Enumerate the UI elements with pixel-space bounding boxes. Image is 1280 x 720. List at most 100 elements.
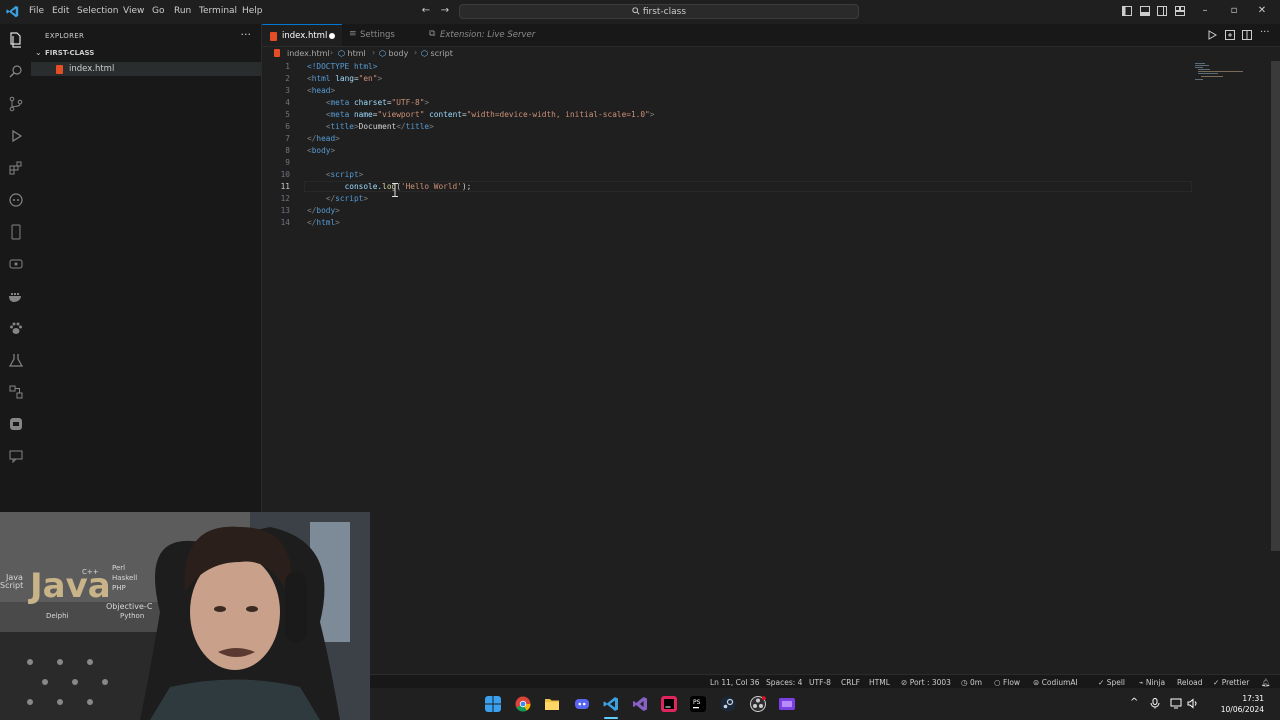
close-icon[interactable]: ✕ [1257,6,1267,16]
breadcrumb-script[interactable]: ⬡ script [421,49,453,58]
run-icon[interactable] [1207,30,1217,40]
more-actions-icon[interactable]: ··· [1260,27,1270,38]
maximize-icon[interactable]: ▫ [1229,6,1239,16]
vertical-scrollbar[interactable] [1271,61,1280,551]
folder-first-class[interactable]: ⌄ FIRST-CLASS [31,48,261,60]
menu-run[interactable]: Run [174,6,191,16]
volume-icon[interactable] [1187,698,1199,709]
code-line-12: </script> [325,194,369,203]
time-tracker[interactable]: ◷ 0m [961,678,982,687]
menu-view[interactable]: View [123,6,144,16]
customize-layout-icon[interactable] [1175,6,1185,16]
visual-studio-icon[interactable] [632,696,648,712]
live-server-port[interactable]: ⊘ Port : 3003 [901,678,951,687]
breadcrumb-body[interactable]: ⬡ body [379,49,408,58]
ninja-status[interactable]: ⌁ Ninja [1139,678,1165,687]
indentation[interactable]: Spaces: 4 [766,678,802,687]
vscode-logo-icon[interactable] [6,5,19,18]
flow-status[interactable]: ○ Flow [994,678,1020,687]
tab-label: index.html [282,31,328,41]
jetbrains-icon[interactable] [661,696,677,712]
encoding[interactable]: UTF-8 [809,678,831,687]
ide-icon[interactable]: PS [690,696,706,712]
tag-token: html [316,218,336,227]
menu-go[interactable]: Go [152,6,164,16]
paw-icon[interactable] [8,320,24,336]
run-debug-icon[interactable] [8,128,24,144]
live-share-icon[interactable] [8,256,24,272]
toggle-sidebar-icon[interactable] [1122,6,1132,16]
html-file-icon [274,49,280,57]
testing-icon[interactable] [8,352,24,368]
svg-text:Perl: Perl [112,564,125,572]
git-graph-icon[interactable] [8,384,24,400]
language-mode[interactable]: HTML [869,678,890,687]
unsaved-dot-icon[interactable] [329,33,335,39]
windows-start-icon[interactable] [485,696,501,712]
tab-extension-live-server[interactable]: ⧉ Extension: Live Server [424,24,539,46]
menu-help[interactable]: Help [242,6,263,16]
prettier-text: Prettier [1221,678,1250,687]
breadcrumb-file[interactable]: index.html [287,49,330,58]
end-of-line[interactable]: CRLF [841,678,860,687]
remote-explorer-icon[interactable] [8,224,24,240]
extensions-icon[interactable] [8,160,24,176]
line-number: 2 [285,74,290,83]
command-center-search[interactable]: first-class [459,4,859,19]
tab-index-html[interactable]: index.html [262,24,342,46]
search-icon[interactable] [8,64,24,80]
file-index-html[interactable]: index.html [31,62,261,76]
file-explorer-icon[interactable] [544,696,560,712]
breadcrumb-html[interactable]: ⬡ html [338,49,366,58]
menu-edit[interactable]: Edit [52,6,69,16]
obs-icon[interactable] [750,696,766,712]
tag-token: body [316,206,336,215]
line-number: 8 [285,146,290,155]
tab-settings[interactable]: ≡ Settings [344,24,422,46]
taskbar-date[interactable]: 10/06/2024 [1221,705,1264,714]
reload-button[interactable]: Reload [1177,678,1203,687]
codium-status[interactable]: ⊜ CodiumAI [1033,678,1078,687]
minimize-icon[interactable]: – [1200,6,1210,16]
open-changes-icon[interactable] [1225,30,1235,40]
tag-token: head [316,134,336,143]
menu-file[interactable]: File [29,6,44,16]
codium-text: CodiumAI [1041,678,1078,687]
spell-status[interactable]: ✓ Spell [1098,678,1125,687]
crumb-text: script [430,49,453,58]
discord-icon[interactable] [574,696,590,712]
notifications-bell-icon[interactable]: 🔔︎ [1261,678,1271,687]
codium-icon[interactable] [8,416,24,432]
folder-label: FIRST-CLASS [45,49,95,57]
video-editor-icon[interactable] [779,696,795,712]
menu-terminal[interactable]: Terminal [199,6,237,16]
vscode-taskbar-icon[interactable] [603,696,619,712]
chrome-icon[interactable] [515,696,531,712]
code-line-8: <body> [307,146,336,155]
microphone-icon[interactable] [1150,698,1160,709]
minimap[interactable] [1195,62,1245,82]
source-control-icon[interactable] [8,96,24,112]
back-arrow-icon[interactable]: ← [421,6,431,16]
cursor-position[interactable]: Ln 11, Col 36 [710,678,759,687]
network-icon[interactable] [1170,698,1182,709]
code-editor[interactable]: 1 2 3 4 5 6 7 8 9 10 11 12 13 14 <!DOCTY… [262,61,1280,674]
docker-icon[interactable] [8,288,24,304]
element-icon: ⬡ [379,49,386,58]
split-editor-icon[interactable] [1242,30,1252,40]
steam-icon[interactable] [720,696,736,712]
copilot-icon[interactable] [8,192,24,208]
title-bar: File Edit Selection View Go Run Terminal… [0,0,1280,25]
comments-icon[interactable] [8,448,24,464]
forward-arrow-icon[interactable]: → [440,6,450,16]
explorer-icon[interactable] [8,32,24,48]
text-cursor-icon [392,183,398,197]
ninja-text: Ninja [1145,678,1166,687]
toggle-panel-icon[interactable] [1140,6,1150,16]
more-actions-icon[interactable]: ··· [241,28,252,41]
prettier-status[interactable]: ✓ Prettier [1213,678,1249,687]
menu-selection[interactable]: Selection [77,6,118,16]
tray-overflow-icon[interactable]: ^ [1130,697,1138,708]
toggle-secondary-sidebar-icon[interactable] [1157,6,1167,16]
taskbar-clock[interactable]: 17:31 [1242,694,1264,703]
